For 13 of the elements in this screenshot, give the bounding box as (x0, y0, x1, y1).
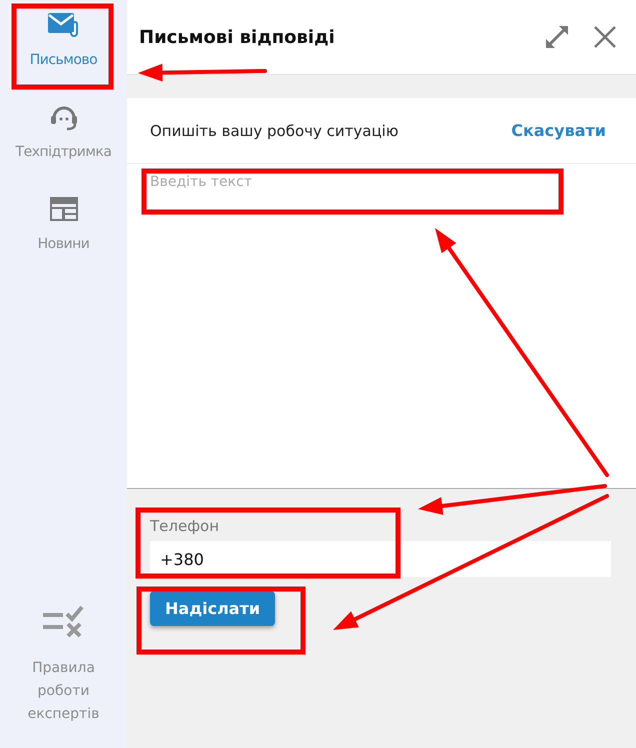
phone-field[interactable]: +380 (150, 541, 611, 577)
envelope-icon (46, 10, 80, 40)
sidebar-item[interactable]: Новини (0, 190, 127, 282)
newspaper-icon (48, 194, 80, 224)
cancel-link[interactable]: Скасувати (511, 121, 606, 140)
sidebar-item[interactable]: Правила роботи експертів (14, 603, 114, 726)
panel-title: Письмові відповіді (139, 26, 336, 48)
prompt-text: Опишіть вашу робочу ситуацію (150, 122, 398, 140)
checklist-icon (40, 603, 86, 639)
sidebar-item[interactable]: Письмово (0, 6, 127, 98)
phone-label: Телефон (150, 517, 220, 535)
send-button[interactable]: Надіслати (150, 591, 276, 626)
sidebar-item[interactable]: Техпідтримка (0, 98, 127, 190)
